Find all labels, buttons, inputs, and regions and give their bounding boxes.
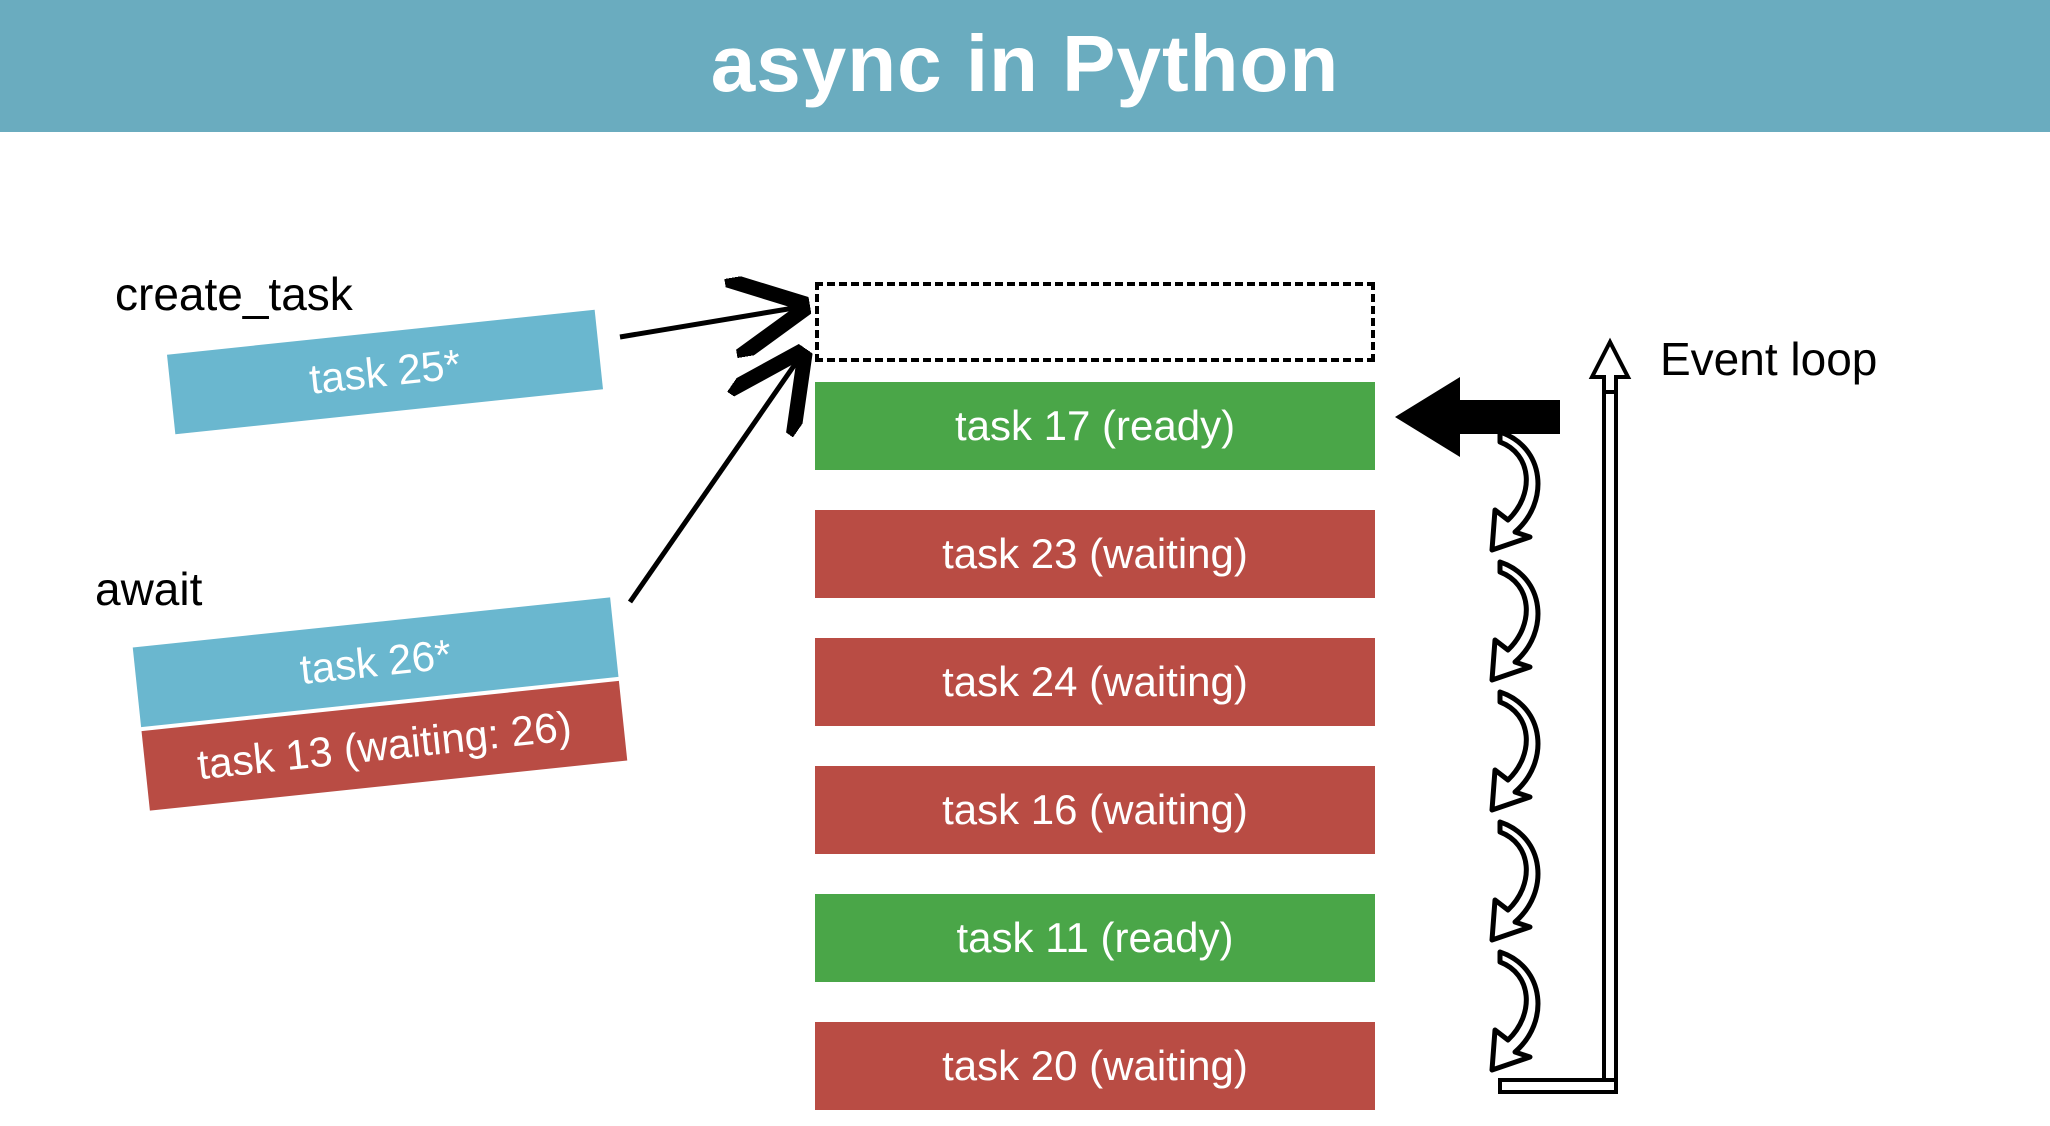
arrow-await: [630, 357, 800, 602]
queue-item: task 11 (ready): [815, 894, 1375, 982]
label-await: await: [95, 562, 202, 616]
queue-item: task 17 (ready): [815, 382, 1375, 470]
loop-step-arrows: [1492, 432, 1538, 1070]
label-event-loop: Event loop: [1660, 332, 1877, 386]
diagram-stage: create_task await Event loop task 25* ta…: [0, 132, 2050, 1118]
arrow-event-loop-pointer: [1395, 377, 1560, 457]
queue-empty-slot: [815, 282, 1375, 362]
queue-item: task 20 (waiting): [815, 1022, 1375, 1110]
queue-item: task 23 (waiting): [815, 510, 1375, 598]
event-loop-bracket: [1500, 342, 1628, 1092]
task-box-create-task: task 25*: [167, 310, 603, 435]
queue-item: task 16 (waiting): [815, 766, 1375, 854]
arrow-create-task: [620, 307, 800, 337]
label-create-task: create_task: [115, 267, 353, 321]
queue-item: task 24 (waiting): [815, 638, 1375, 726]
page-title: async in Python: [0, 0, 2050, 132]
